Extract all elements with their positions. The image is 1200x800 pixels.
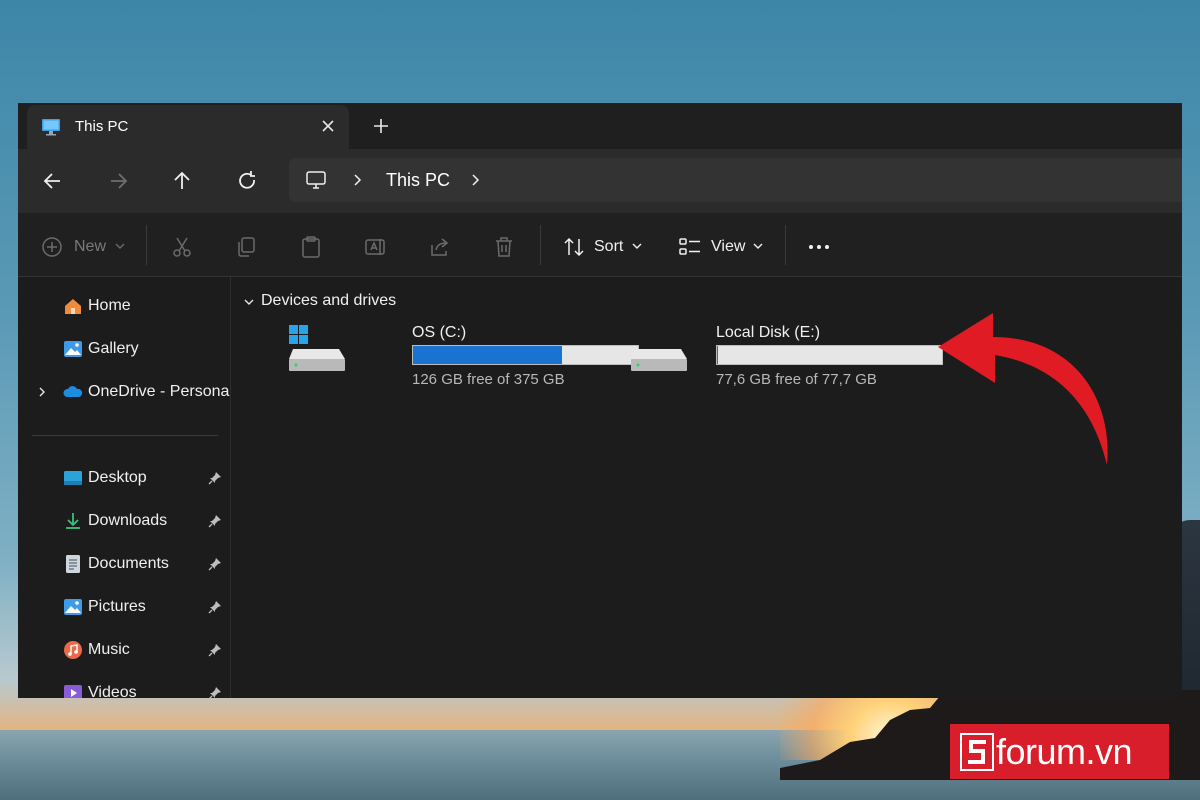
drive-free-space: 126 GB free of 375 GB bbox=[412, 371, 565, 388]
paste-clipboard-icon[interactable] bbox=[299, 235, 323, 259]
tab-bar: This PC bbox=[18, 103, 1182, 149]
sort-arrows-icon[interactable] bbox=[562, 235, 586, 259]
sforum-logo-text: forum.vn bbox=[996, 731, 1133, 772]
downloads-icon bbox=[66, 513, 80, 529]
videos-icon bbox=[64, 685, 82, 698]
view-button-label[interactable]: View bbox=[711, 238, 745, 256]
toolbar-divider bbox=[540, 225, 541, 265]
rename-icon[interactable] bbox=[363, 235, 387, 259]
sidebar-item-music[interactable]: Music bbox=[18, 636, 231, 666]
drive-tile-e[interactable]: Local Disk (E:) 77,6 GB free of 77,7 GB bbox=[629, 319, 969, 389]
sidebar-item-label: Documents bbox=[88, 555, 169, 572]
share-icon[interactable] bbox=[428, 235, 452, 259]
new-tab-plus-icon[interactable] bbox=[370, 115, 392, 137]
sidebar-item-label: Music bbox=[88, 641, 130, 658]
sidebar-item-home[interactable]: Home bbox=[18, 292, 231, 322]
command-bar: New Sort View bbox=[18, 213, 1182, 277]
group-header-devices[interactable]: Devices and drives bbox=[261, 292, 396, 310]
home-icon bbox=[65, 299, 81, 314]
sidebar-divider bbox=[32, 435, 218, 436]
sforum-s-logo-icon bbox=[960, 733, 994, 771]
sidebar-item-desktop[interactable]: Desktop bbox=[18, 464, 231, 494]
pin-icon[interactable] bbox=[208, 600, 222, 614]
pin-icon[interactable] bbox=[208, 686, 222, 698]
sforum-logo: forum.vn bbox=[950, 724, 1169, 779]
desktop-folder-icon bbox=[64, 471, 82, 485]
music-icon bbox=[64, 641, 82, 659]
chevron-down-icon[interactable] bbox=[631, 240, 643, 252]
documents-icon bbox=[66, 555, 80, 573]
toolbar-divider bbox=[146, 225, 147, 265]
close-icon[interactable] bbox=[317, 115, 339, 137]
drive-free-space: 77,6 GB free of 77,7 GB bbox=[716, 371, 877, 388]
delete-trash-icon[interactable] bbox=[492, 235, 516, 259]
sidebar-item-onedrive[interactable]: OneDrive - Persona bbox=[18, 378, 231, 408]
drive-name: OS (C:) bbox=[412, 324, 467, 341]
gallery-icon bbox=[64, 341, 82, 357]
sidebar-item-videos[interactable]: Videos bbox=[18, 679, 231, 698]
tab-this-pc[interactable]: This PC bbox=[27, 105, 349, 149]
toolbar-divider bbox=[785, 225, 786, 265]
back-arrow-icon[interactable] bbox=[40, 168, 66, 194]
monitor-icon bbox=[306, 171, 326, 189]
sort-button-label[interactable]: Sort bbox=[594, 238, 623, 256]
new-plus-circle-icon[interactable] bbox=[40, 235, 64, 259]
address-bar[interactable]: This PC bbox=[289, 158, 1182, 202]
view-list-icon[interactable] bbox=[678, 235, 702, 259]
drive-usage-bar bbox=[412, 345, 639, 365]
more-options-icon[interactable] bbox=[807, 235, 831, 259]
drive-icon bbox=[631, 349, 687, 371]
sidebar-item-documents[interactable]: Documents bbox=[18, 550, 231, 580]
sidebar-item-label: Gallery bbox=[88, 340, 139, 357]
sidebar-item-label: Downloads bbox=[88, 512, 168, 529]
sidebar-item-downloads[interactable]: Downloads bbox=[18, 507, 231, 537]
pin-icon[interactable] bbox=[208, 557, 222, 571]
new-button-label[interactable]: New bbox=[74, 238, 106, 256]
chevron-right-icon[interactable] bbox=[467, 172, 483, 188]
sidebar-item-pictures[interactable]: Pictures bbox=[18, 593, 231, 623]
drive-usage-bar bbox=[716, 345, 943, 365]
pin-icon[interactable] bbox=[208, 471, 222, 485]
red-arrow-annotation bbox=[938, 313, 1108, 465]
up-arrow-icon[interactable] bbox=[169, 168, 195, 194]
pin-icon[interactable] bbox=[208, 643, 222, 657]
drive-name: Local Disk (E:) bbox=[716, 324, 821, 341]
navigation-pane: Home Gallery OneDrive - Persona Desktop … bbox=[18, 277, 231, 698]
forward-arrow-icon[interactable] bbox=[105, 168, 131, 194]
sidebar-item-label: Desktop bbox=[88, 469, 147, 486]
monitor-icon bbox=[42, 119, 60, 136]
cut-scissors-icon[interactable] bbox=[170, 235, 194, 259]
onedrive-cloud-icon bbox=[63, 386, 83, 397]
tab-title: This PC bbox=[75, 118, 129, 135]
chevron-down-icon[interactable] bbox=[243, 296, 255, 308]
pictures-icon bbox=[64, 599, 82, 615]
sidebar-item-label: Home bbox=[88, 297, 131, 314]
drive-usage-fill bbox=[413, 346, 563, 364]
chevron-down-icon[interactable] bbox=[114, 240, 126, 252]
chevron-right-icon[interactable] bbox=[36, 386, 48, 398]
pin-icon[interactable] bbox=[208, 514, 222, 528]
sidebar-item-label: Videos bbox=[88, 684, 137, 698]
navigation-bar: This PC bbox=[18, 149, 1182, 213]
windows-drive-icon bbox=[289, 325, 345, 371]
copy-icon[interactable] bbox=[234, 235, 258, 259]
refresh-icon[interactable] bbox=[234, 168, 260, 194]
chevron-right-icon[interactable] bbox=[349, 172, 365, 188]
sidebar-item-gallery[interactable]: Gallery bbox=[18, 335, 231, 365]
chevron-down-icon[interactable] bbox=[752, 240, 764, 252]
sidebar-item-label: OneDrive - Persona bbox=[88, 383, 230, 400]
sidebar-item-label: Pictures bbox=[88, 598, 146, 615]
breadcrumb-this-pc[interactable]: This PC bbox=[386, 170, 450, 191]
drive-tile-c[interactable]: OS (C:) 126 GB free of 375 GB bbox=[287, 319, 639, 389]
